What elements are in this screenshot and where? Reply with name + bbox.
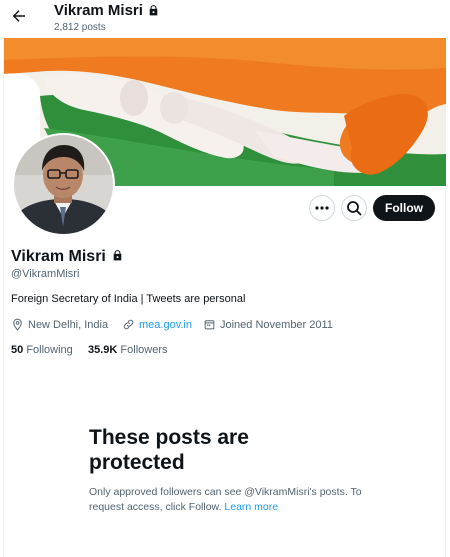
lock-icon — [113, 250, 122, 261]
profile-joined: Joined November 2011 — [203, 318, 333, 331]
search-icon — [347, 201, 362, 216]
top-bar: Vikram Misri 2,812 posts — [0, 0, 450, 38]
profile-handle: @VikramMisri — [11, 268, 80, 280]
lock-icon — [149, 5, 158, 16]
more-button[interactable] — [309, 195, 335, 221]
avatar-image — [14, 135, 113, 234]
header-title: Vikram Misri — [54, 2, 160, 19]
protected-title: These posts are protected — [89, 426, 249, 474]
protected-message: Only approved followers can see @VikramM… — [89, 485, 364, 515]
calendar-icon — [204, 320, 215, 330]
profile-location: New Delhi, India — [11, 318, 108, 331]
header-name: Vikram Misri — [54, 2, 143, 19]
website-link[interactable]: mea.gov.in — [139, 319, 192, 331]
location-icon — [13, 318, 22, 331]
following-label: Following — [26, 344, 73, 356]
followers-link[interactable]: 35.9K Followers — [88, 344, 168, 356]
profile-bio: Foreign Secretary of India | Tweets are … — [11, 293, 246, 305]
profile-website[interactable]: mea.gov.in — [122, 318, 192, 331]
profile-name: Vikram Misri — [11, 248, 124, 266]
profile-name-text: Vikram Misri — [11, 248, 106, 265]
following-link[interactable]: 50 Following — [11, 344, 73, 356]
joined-text: Joined November 2011 — [220, 318, 333, 331]
avatar[interactable] — [12, 133, 115, 236]
follow-button[interactable]: Follow — [373, 195, 435, 221]
location-text: New Delhi, India — [28, 318, 109, 331]
link-icon — [123, 319, 134, 330]
back-arrow-icon[interactable] — [10, 7, 28, 25]
header-post-count: 2,812 posts — [54, 22, 106, 33]
learn-more-link[interactable]: Learn more — [224, 501, 278, 513]
followers-count: 35.9K — [88, 344, 118, 356]
search-button[interactable] — [341, 195, 367, 221]
more-icon — [315, 206, 329, 210]
following-count: 50 — [11, 344, 24, 356]
followers-label: Followers — [120, 344, 168, 356]
